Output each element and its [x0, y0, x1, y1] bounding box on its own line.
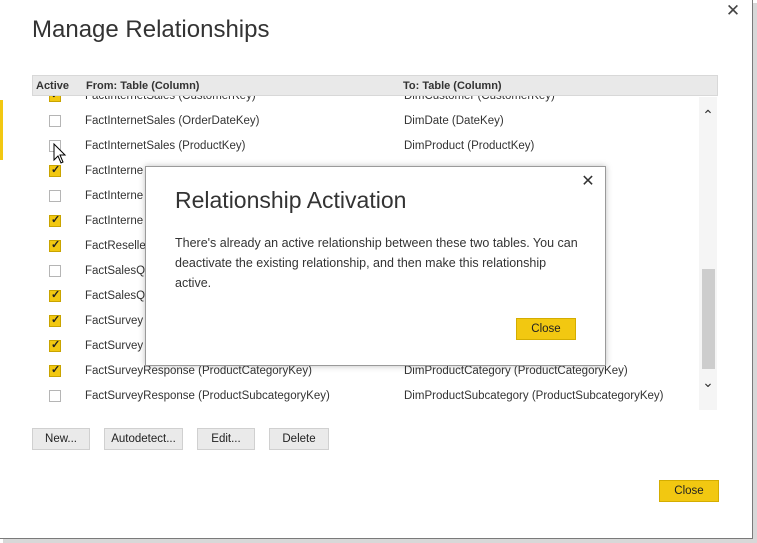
- manage-relationships-dialog: ✕ Manage Relationships Active From: Tabl…: [0, 0, 753, 539]
- from-cell: FactInternetSales (CustomerKey): [85, 96, 256, 102]
- modal-message: There's already an active relationship b…: [175, 236, 578, 290]
- active-checkbox[interactable]: [49, 288, 61, 302]
- close-icon[interactable]: ✕: [722, 0, 744, 22]
- from-cell: FactInterne: [85, 190, 144, 202]
- active-checkbox[interactable]: [49, 313, 61, 327]
- from-cell: FactSurvey: [85, 340, 144, 352]
- active-checkbox[interactable]: [49, 115, 61, 127]
- modal-close-icon[interactable]: ✕: [578, 171, 598, 191]
- table-header: Active From: Table (Column) To: Table (C…: [32, 75, 718, 96]
- dialog-title: Manage Relationships: [32, 16, 270, 43]
- from-cell: FactSalesQu: [85, 290, 152, 302]
- to-cell: DimProduct (ProductKey): [404, 140, 535, 152]
- to-cell: DimProductSubcategory (ProductSubcategor…: [404, 390, 664, 402]
- from-cell: FactInterne: [85, 165, 144, 177]
- accent-edge: [0, 100, 3, 160]
- new-button[interactable]: New...: [32, 428, 90, 450]
- active-checkbox[interactable]: [49, 190, 61, 202]
- active-checkbox[interactable]: [49, 238, 61, 252]
- window-shadow-bottom: [3, 539, 757, 543]
- table-row[interactable]: FactInternetSales (OrderDateKey) DimDate …: [32, 110, 698, 135]
- active-checkbox[interactable]: [49, 265, 61, 277]
- active-checkbox[interactable]: [49, 96, 61, 102]
- delete-button[interactable]: Delete: [269, 428, 329, 450]
- table-scrollbar[interactable]: ⌃ ⌄: [699, 97, 717, 410]
- from-cell: FactSalesQu: [85, 265, 152, 277]
- active-checkbox[interactable]: [49, 338, 61, 352]
- from-cell: FactSurveyResponse (ProductCategoryKey): [85, 365, 312, 377]
- from-cell: FactInternetSales (OrderDateKey): [85, 115, 260, 127]
- to-cell: DimProductCategory (ProductCategoryKey): [404, 365, 628, 377]
- from-cell: FactInternetSales (ProductKey): [85, 140, 246, 152]
- edit-button[interactable]: Edit...: [197, 428, 255, 450]
- active-checkbox[interactable]: [49, 163, 61, 177]
- active-checkbox[interactable]: [49, 363, 61, 377]
- modal-title: Relationship Activation: [175, 187, 407, 213]
- table-row[interactable]: FactInternetSales (ProductKey) DimProduct…: [32, 135, 698, 160]
- modal-close-button[interactable]: Close: [516, 318, 576, 340]
- from-cell: FactInterne: [85, 215, 144, 227]
- mouse-pointer-icon: [53, 143, 67, 164]
- header-to: To: Table (Column): [403, 80, 502, 92]
- from-cell: FactSurvey: [85, 315, 144, 327]
- header-active: Active: [36, 80, 70, 92]
- scroll-down-icon[interactable]: ⌄: [699, 374, 717, 390]
- active-checkbox[interactable]: [49, 390, 61, 402]
- active-checkbox[interactable]: [49, 213, 61, 227]
- table-row[interactable]: FactInternetSales (CustomerKey) DimCustom…: [32, 96, 698, 110]
- autodetect-button[interactable]: Autodetect...: [104, 428, 183, 450]
- window-shadow-right: [753, 3, 757, 543]
- scroll-up-icon[interactable]: ⌃: [699, 107, 717, 123]
- header-from: From: Table (Column): [86, 80, 200, 92]
- from-cell: FactReselle: [85, 240, 146, 252]
- to-cell: DimDate (DateKey): [404, 115, 504, 127]
- scroll-thumb[interactable]: [702, 269, 715, 369]
- to-cell: DimCustomer (CustomerKey): [404, 96, 555, 102]
- table-row[interactable]: FactSurveyResponse (ProductSubcategoryKe…: [32, 385, 698, 410]
- close-button[interactable]: Close: [659, 480, 719, 502]
- relationship-activation-modal: Relationship Activation ✕ There's alread…: [145, 166, 606, 366]
- from-cell: FactSurveyResponse (ProductSubcategoryKe…: [85, 390, 330, 402]
